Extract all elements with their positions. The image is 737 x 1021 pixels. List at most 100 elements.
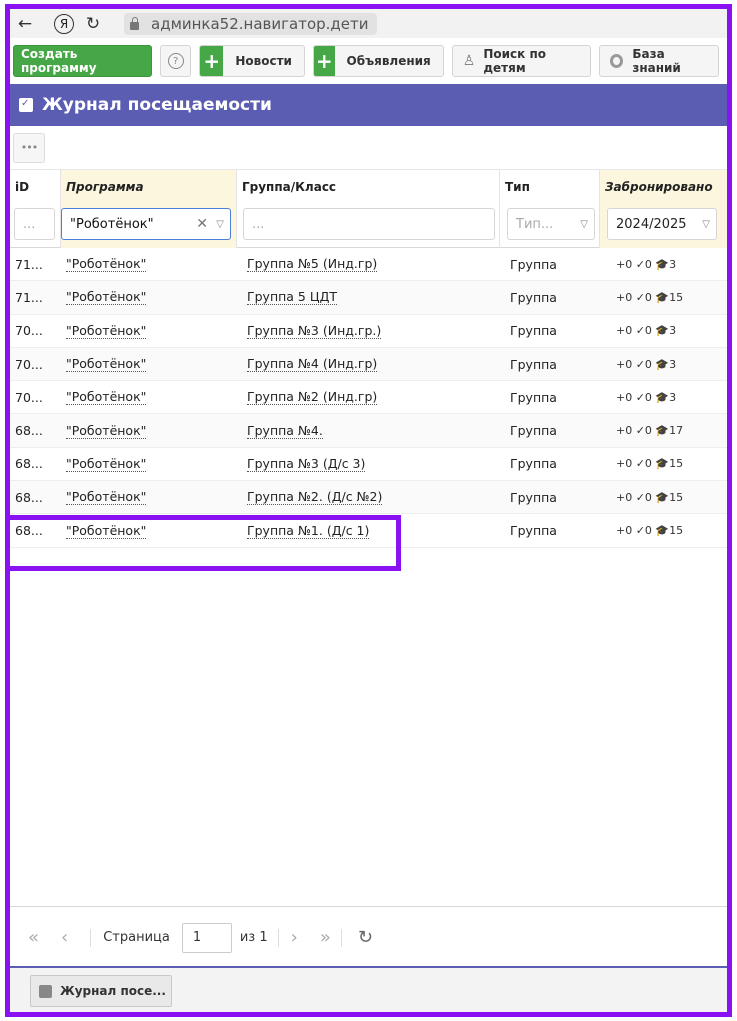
cell-booked: +0 ✓0 🎓3	[616, 324, 677, 338]
year-filter[interactable]: 2024/2025 ▽	[607, 208, 717, 240]
program-filter-value: "Роботёнок"	[70, 216, 154, 232]
reload-icon[interactable]: ↻	[80, 14, 106, 34]
cell-booked: +0 ✓0 🎓15	[616, 490, 684, 504]
table-row[interactable]: 70... "Роботёнок" Группа №2 (Инд.гр) Группа…	[10, 381, 727, 415]
group-filter-value: ...	[252, 216, 265, 232]
column-id-title: iD	[15, 180, 30, 194]
ads-button[interactable]: + Объявления	[312, 45, 444, 77]
cell-group[interactable]: Группа №1. (Д/с 1)	[247, 514, 370, 546]
program-link[interactable]: "Роботёнок"	[66, 523, 147, 539]
dropdown-icon[interactable]: ▽	[216, 219, 224, 230]
browser-bar: ← Я ↻ админка52.навигатор.дети	[10, 9, 727, 38]
cell-program[interactable]: "Роботёнок"	[66, 248, 147, 280]
news-button[interactable]: + Новости	[199, 45, 305, 77]
grid-header: iD Программа Группа/Класс Тип Заброниров…	[10, 170, 727, 248]
dropdown-icon[interactable]: ▽	[580, 219, 588, 230]
yandex-icon[interactable]: Я	[54, 13, 74, 34]
cell-program[interactable]: "Роботёнок"	[66, 514, 147, 546]
program-link[interactable]: "Роботёнок"	[66, 289, 147, 306]
group-link[interactable]: Группа 5 ЦДТ	[247, 289, 337, 306]
group-link[interactable]: Группа №5 (Инд.гр)	[247, 256, 378, 273]
url-text: админка52.навигатор.дети	[151, 14, 369, 33]
cell-program[interactable]: "Роботёнок"	[66, 414, 147, 446]
clear-icon[interactable]: ✕	[196, 216, 208, 232]
group-link[interactable]: Группа №3 (Д/с 3)	[247, 456, 366, 472]
knowledge-base-label: База знаний	[632, 47, 681, 75]
cell-type: Группа	[510, 356, 557, 372]
program-link[interactable]: "Роботёнок"	[66, 489, 147, 506]
group-link[interactable]: Группа №2 (Инд.гр)	[247, 389, 378, 406]
cell-program[interactable]: "Роботёнок"	[66, 448, 147, 480]
id-filter[interactable]: ...	[14, 208, 55, 240]
cell-id: 70...	[15, 323, 43, 339]
page-header: Журнал посещаемости	[10, 84, 727, 126]
table-row[interactable]: 68... "Роботёнок" Группа №3 (Д/с 3) Группа +…	[10, 448, 727, 482]
group-link[interactable]: Группа №3 (Инд.гр.)	[247, 323, 382, 339]
cell-group[interactable]: Группа №3 (Инд.гр.)	[247, 315, 382, 347]
cell-program[interactable]: "Роботёнок"	[66, 281, 147, 313]
table-row[interactable]: 71... "Роботёнок" Группа 5 ЦДТ Группа +0 ✓0 …	[10, 281, 727, 315]
type-filter-value: Тип...	[516, 216, 554, 232]
cell-group[interactable]: Группа №4 (Инд.гр)	[247, 348, 378, 380]
table-row[interactable]: 70... "Роботёнок" Группа №4 (Инд.гр) Группа…	[10, 347, 727, 382]
plus-icon: +	[200, 46, 224, 76]
divider	[340, 928, 342, 947]
cell-program[interactable]: "Роботёнок"	[66, 381, 147, 413]
group-link[interactable]: Группа №4.	[247, 423, 323, 439]
group-link[interactable]: Группа №1. (Д/с 1)	[247, 523, 370, 539]
prev-page-icon[interactable]: ‹	[61, 927, 68, 948]
refresh-icon[interactable]: ↻	[358, 927, 373, 948]
taskbar: Журнал посе...	[10, 966, 727, 1012]
ads-label: Объявления	[346, 54, 431, 68]
table-row[interactable]: 68... "Роботёнок" Группа №2. (Д/с №2) Групп…	[10, 481, 727, 515]
child-icon: ♙	[462, 53, 476, 69]
program-link[interactable]: "Роботёнок"	[66, 423, 147, 439]
table-row[interactable]: 68... "Роботёнок" Группа №1. (Д/с 1) Группа…	[10, 514, 727, 548]
cell-type: Группа	[510, 289, 557, 305]
cell-program[interactable]: "Роботёнок"	[66, 348, 147, 380]
cell-program[interactable]: "Роботёнок"	[66, 315, 147, 347]
group-link[interactable]: Группа №4 (Инд.гр)	[247, 356, 378, 373]
page-of-label: из 1	[239, 930, 268, 945]
cell-type: Группа	[510, 256, 557, 272]
cell-group[interactable]: Группа №2. (Д/с №2)	[247, 481, 383, 513]
search-children-button[interactable]: ♙ Поиск по детям	[451, 45, 592, 77]
group-filter[interactable]: ...	[243, 208, 495, 240]
more-menu-button[interactable]: •••	[13, 132, 45, 163]
cell-id: 70...	[15, 389, 43, 405]
program-link[interactable]: "Роботёнок"	[66, 256, 147, 273]
knowledge-base-button[interactable]: База знаний	[599, 45, 719, 77]
last-page-icon[interactable]: »	[320, 927, 331, 948]
help-button[interactable]: ?	[160, 45, 192, 77]
cell-group[interactable]: Группа №3 (Д/с 3)	[247, 448, 366, 480]
cell-id: 71...	[15, 256, 43, 272]
page-input[interactable]: 1	[181, 922, 232, 953]
dropdown-icon[interactable]: ▽	[702, 219, 710, 230]
cell-group[interactable]: Группа 5 ЦДТ	[247, 281, 337, 313]
program-link[interactable]: "Роботёнок"	[66, 456, 147, 472]
type-filter[interactable]: Тип... ▽	[507, 208, 595, 240]
next-page-icon[interactable]: ›	[291, 927, 298, 948]
cell-id: 71...	[15, 289, 43, 305]
create-program-button[interactable]: Создать программу	[13, 45, 153, 77]
program-link[interactable]: "Роботёнок"	[66, 356, 147, 373]
table-row[interactable]: 71... "Роботёнок" Группа №5 (Инд.гр) Группа…	[10, 248, 727, 282]
cell-group[interactable]: Группа №5 (Инд.гр)	[247, 248, 378, 280]
first-page-icon[interactable]: «	[28, 927, 39, 948]
cell-id: 68...	[15, 523, 43, 539]
program-link[interactable]: "Роботёнок"	[66, 389, 147, 406]
address-bar[interactable]: админка52.навигатор.дети	[124, 12, 377, 35]
table-row[interactable]: 68... "Роботёнок" Группа №4. Группа +0 ✓0 🎓1…	[10, 414, 727, 448]
cell-program[interactable]: "Роботёнок"	[66, 481, 147, 513]
news-label: Новости	[235, 54, 292, 68]
cell-booked: +0 ✓0 🎓17	[616, 424, 684, 438]
group-link[interactable]: Группа №2. (Д/с №2)	[247, 489, 383, 506]
cell-group[interactable]: Группа №4.	[247, 414, 323, 446]
table-row[interactable]: 70... "Роботёнок" Группа №3 (Инд.гр.) Групп…	[10, 315, 727, 348]
taskbar-journal-item[interactable]: Журнал посе...	[30, 975, 172, 1007]
column-type-title: Тип	[505, 180, 530, 194]
program-filter[interactable]: "Роботёнок" ✕ ▽	[61, 208, 231, 240]
back-arrow-icon[interactable]: ←	[12, 14, 38, 34]
cell-group[interactable]: Группа №2 (Инд.гр)	[247, 381, 378, 413]
program-link[interactable]: "Роботёнок"	[66, 323, 147, 339]
